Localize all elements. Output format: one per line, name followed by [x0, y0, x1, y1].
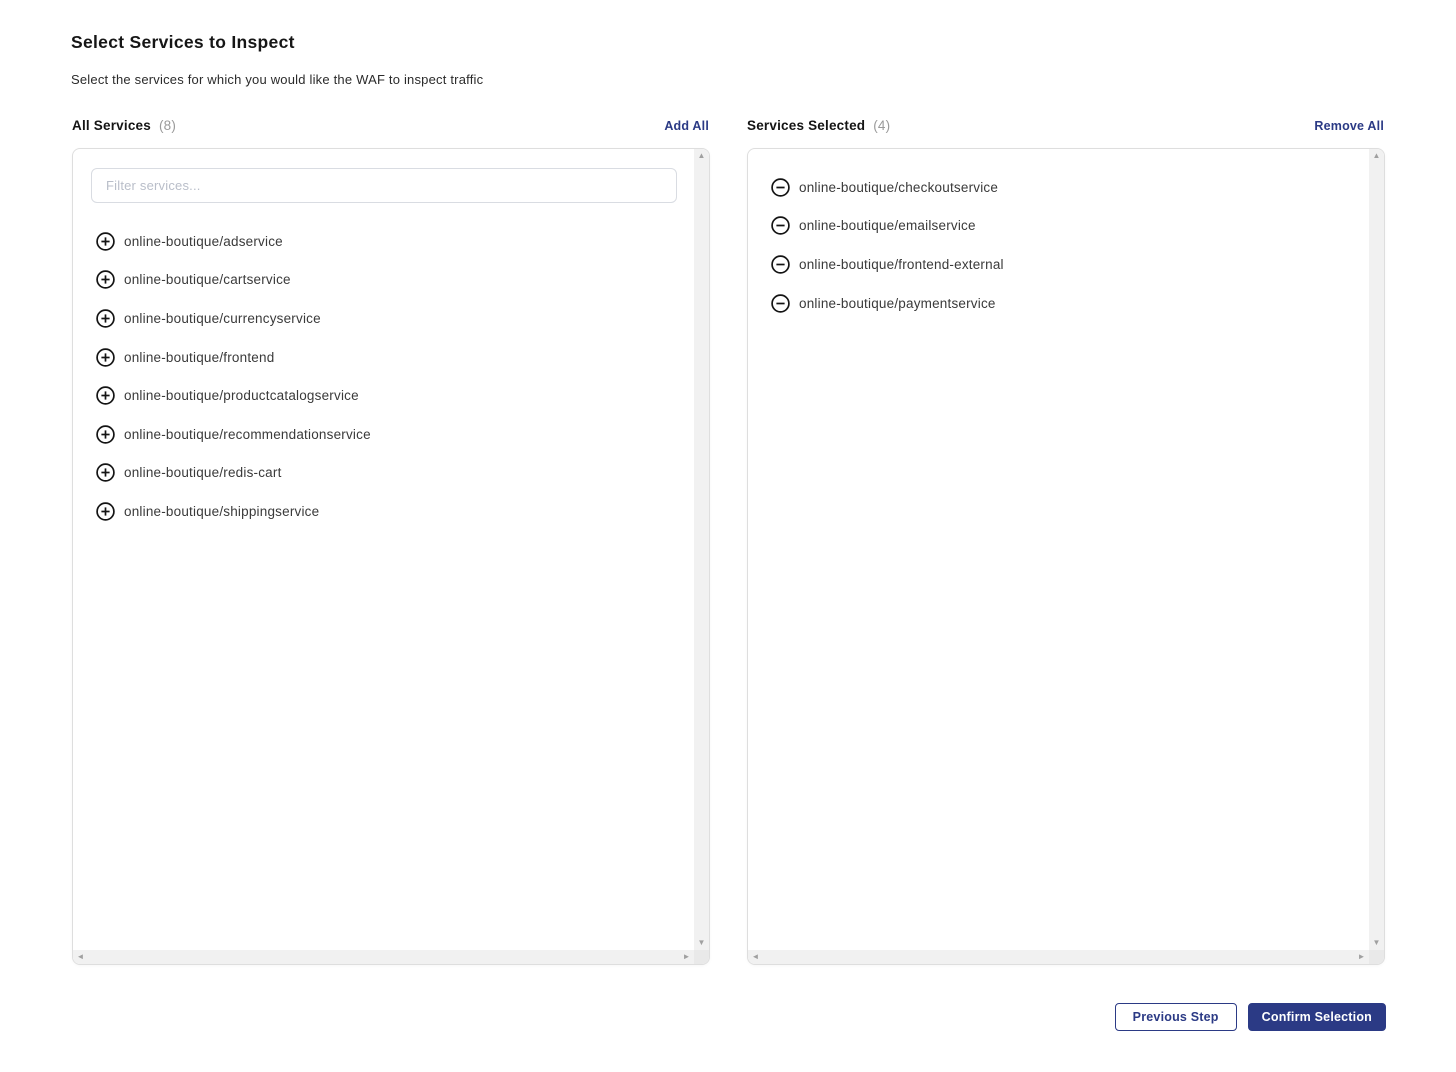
service-label: online-boutique/recommendationservice	[124, 427, 371, 442]
service-row[interactable]: online-boutique/shippingservice	[73, 492, 694, 531]
plus-circle-icon[interactable]	[96, 270, 115, 289]
service-row[interactable]: online-boutique/paymentservice	[748, 284, 1369, 323]
plus-circle-icon[interactable]	[96, 386, 115, 405]
filter-services-input[interactable]	[91, 168, 677, 203]
service-row[interactable]: online-boutique/frontend-external	[748, 245, 1369, 284]
previous-step-button[interactable]: Previous Step	[1115, 1003, 1237, 1031]
service-label: online-boutique/productcatalogservice	[124, 388, 359, 403]
service-row[interactable]: online-boutique/recommendationservice	[73, 415, 694, 454]
service-label: online-boutique/checkoutservice	[799, 180, 998, 195]
service-row[interactable]: online-boutique/currencyservice	[73, 299, 694, 338]
service-label: online-boutique/redis-cart	[124, 465, 282, 480]
minus-circle-icon[interactable]	[771, 216, 790, 235]
service-label: online-boutique/cartservice	[124, 272, 291, 287]
plus-circle-icon[interactable]	[96, 309, 115, 328]
horizontal-scrollbar[interactable]: ◄ ►	[73, 950, 694, 964]
vertical-scrollbar[interactable]: ▲ ▼	[1369, 149, 1384, 950]
scroll-down-icon[interactable]: ▼	[694, 936, 709, 950]
confirm-selection-button[interactable]: Confirm Selection	[1248, 1003, 1386, 1031]
plus-circle-icon[interactable]	[96, 348, 115, 367]
page-subtitle: Select the services for which you would …	[71, 72, 483, 87]
scroll-up-icon[interactable]: ▲	[1369, 149, 1384, 163]
service-row[interactable]: online-boutique/adservice	[73, 222, 694, 261]
plus-circle-icon[interactable]	[96, 463, 115, 482]
scroll-right-icon[interactable]: ►	[679, 950, 694, 964]
service-row[interactable]: online-boutique/redis-cart	[73, 454, 694, 493]
plus-circle-icon[interactable]	[96, 232, 115, 251]
all-services-label: All Services	[72, 118, 151, 133]
services-selected-label: Services Selected	[747, 118, 865, 133]
service-row[interactable]: online-boutique/checkoutservice	[748, 168, 1369, 207]
plus-circle-icon[interactable]	[96, 502, 115, 521]
footer-actions: Previous Step Confirm Selection	[1115, 1003, 1386, 1031]
scroll-left-icon[interactable]: ◄	[748, 950, 763, 964]
all-services-panel: online-boutique/adservice online-boutiqu…	[72, 148, 710, 965]
selected-services-list: online-boutique/checkoutservice online-b…	[748, 168, 1369, 322]
service-label: online-boutique/frontend	[124, 350, 274, 365]
service-row[interactable]: online-boutique/frontend	[73, 338, 694, 377]
service-row[interactable]: online-boutique/emailservice	[748, 207, 1369, 246]
scroll-left-icon[interactable]: ◄	[73, 950, 88, 964]
horizontal-scrollbar[interactable]: ◄ ►	[748, 950, 1369, 964]
scroll-down-icon[interactable]: ▼	[1369, 936, 1384, 950]
service-label: online-boutique/emailservice	[799, 218, 976, 233]
services-selected-count: (4)	[873, 118, 890, 133]
scrollbar-corner	[1369, 950, 1384, 964]
plus-circle-icon[interactable]	[96, 425, 115, 444]
service-label: online-boutique/adservice	[124, 234, 283, 249]
services-selected-panel: online-boutique/checkoutservice online-b…	[747, 148, 1385, 965]
service-label: online-boutique/shippingservice	[124, 504, 319, 519]
minus-circle-icon[interactable]	[771, 178, 790, 197]
services-selected-panel-content: online-boutique/checkoutservice online-b…	[748, 149, 1369, 950]
remove-all-link[interactable]: Remove All	[1314, 119, 1384, 133]
service-label: online-boutique/frontend-external	[799, 257, 1004, 272]
all-services-list: online-boutique/adservice online-boutiqu…	[73, 222, 694, 531]
services-selected-header: Services Selected (4) Remove All	[747, 118, 1384, 138]
minus-circle-icon[interactable]	[771, 294, 790, 313]
service-row[interactable]: online-boutique/cartservice	[73, 261, 694, 300]
scroll-right-icon[interactable]: ►	[1354, 950, 1369, 964]
all-services-panel-content: online-boutique/adservice online-boutiqu…	[73, 149, 694, 950]
service-row[interactable]: online-boutique/productcatalogservice	[73, 376, 694, 415]
all-services-count: (8)	[159, 118, 176, 133]
page-title: Select Services to Inspect	[71, 32, 295, 53]
minus-circle-icon[interactable]	[771, 255, 790, 274]
add-all-link[interactable]: Add All	[664, 119, 709, 133]
waf-service-selection-page: Select Services to Inspect Select the se…	[0, 0, 1456, 1072]
all-services-header: All Services (8) Add All	[72, 118, 709, 138]
vertical-scrollbar[interactable]: ▲ ▼	[694, 149, 709, 950]
scroll-up-icon[interactable]: ▲	[694, 149, 709, 163]
service-label: online-boutique/currencyservice	[124, 311, 321, 326]
service-label: online-boutique/paymentservice	[799, 296, 996, 311]
scrollbar-corner	[694, 950, 709, 964]
